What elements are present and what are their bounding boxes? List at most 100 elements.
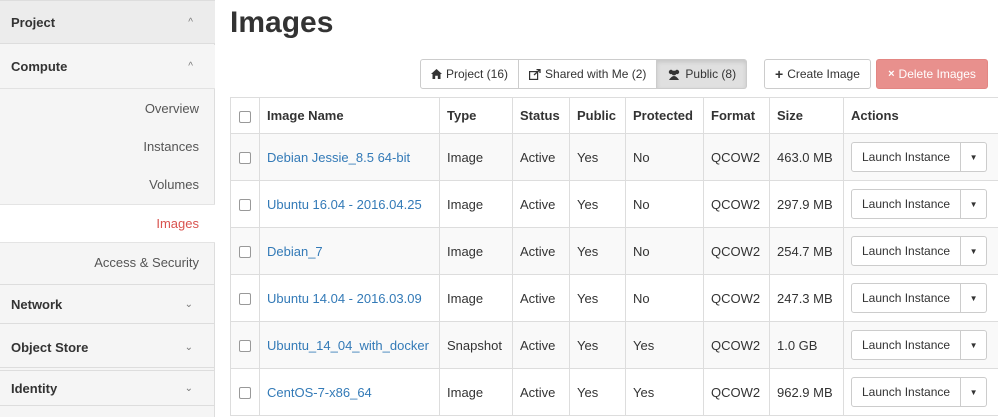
filter-project-button[interactable]: Project (16) <box>420 59 520 89</box>
delete-images-button[interactable]: × Delete Images <box>876 59 988 89</box>
row-checkbox[interactable] <box>239 199 251 212</box>
protected-cell: No <box>625 227 704 275</box>
select-all-checkbox[interactable] <box>239 110 251 123</box>
caret-down-icon: ▼ <box>969 199 978 209</box>
row-action-group: Launch Instance ▼ <box>851 377 991 407</box>
actions-cell: Launch Instance ▼ <box>843 321 998 369</box>
actions-cell: Launch Instance ▼ <box>843 368 998 416</box>
type-cell: Image <box>439 180 513 228</box>
filter-public-button[interactable]: Public (8) <box>657 59 748 89</box>
row-checkbox[interactable] <box>239 293 251 306</box>
size-cell: 297.9 MB <box>769 180 844 228</box>
launch-instance-button[interactable]: Launch Instance <box>851 283 962 313</box>
protected-cell: No <box>625 274 704 322</box>
filter-project-label: Project (16) <box>446 67 509 81</box>
row-action-group: Launch Instance ▼ <box>851 142 991 172</box>
size-cell: 1.0 GB <box>769 321 844 369</box>
sidebar-item-overview[interactable]: Overview <box>0 89 215 127</box>
column-header-size[interactable]: Size <box>769 97 844 134</box>
type-cell: Image <box>439 133 513 181</box>
public-cell: Yes <box>569 133 626 181</box>
row-actions-dropdown-button[interactable]: ▼ <box>961 283 988 313</box>
image-name-link[interactable]: Ubuntu 16.04 - 2016.04.25 <box>267 197 422 212</box>
row-select-cell <box>230 133 260 181</box>
create-image-button[interactable]: + Create Image <box>764 59 871 89</box>
chevron-up-icon: ^ <box>188 61 193 72</box>
launch-instance-button[interactable]: Launch Instance <box>851 377 962 407</box>
sidebar-item-images[interactable]: Images <box>0 204 215 243</box>
launch-instance-button[interactable]: Launch Instance <box>851 330 962 360</box>
image-name-link[interactable]: Ubuntu_14_04_with_docker <box>267 338 429 353</box>
row-select-cell <box>230 368 260 416</box>
status-cell: Active <box>512 180 570 228</box>
image-name-cell: Debian Jessie_8.5 64-bit <box>259 133 440 181</box>
image-name-link[interactable]: Debian_7 <box>267 244 323 259</box>
sidebar-section-compute[interactable]: Compute ^ <box>0 45 215 89</box>
column-header-public[interactable]: Public <box>569 97 626 134</box>
status-cell: Active <box>512 274 570 322</box>
sidebar-item-instances[interactable]: Instances <box>0 127 215 165</box>
image-name-cell: Ubuntu_14_04_with_docker <box>259 321 440 369</box>
row-actions-dropdown-button[interactable]: ▼ <box>961 377 988 407</box>
chevron-down-icon: ⌄ <box>184 342 193 353</box>
image-name-link[interactable]: CentOS-7-x86_64 <box>267 385 372 400</box>
caret-down-icon: ▼ <box>969 152 978 162</box>
row-actions-dropdown-button[interactable]: ▼ <box>961 189 988 219</box>
column-header-protected[interactable]: Protected <box>625 97 704 134</box>
sidebar-section-object-store[interactable]: Object Store ⌄ <box>0 328 215 368</box>
images-table: Image Name Type Status Public Protected … <box>230 97 998 416</box>
table-row: Debian Jessie_8.5 64-bit Image Active Ye… <box>230 133 998 181</box>
row-checkbox[interactable] <box>239 152 251 165</box>
sidebar-section-project[interactable]: Project ^ <box>0 0 215 44</box>
sidebar-section-label: Object Store <box>11 340 89 355</box>
public-cell: Yes <box>569 227 626 275</box>
row-select-cell <box>230 227 260 275</box>
protected-cell: Yes <box>625 321 704 369</box>
public-cell: Yes <box>569 274 626 322</box>
column-header-name[interactable]: Image Name <box>259 97 440 134</box>
public-cell: Yes <box>569 368 626 416</box>
column-header-actions: Actions <box>843 97 998 134</box>
launch-instance-button[interactable]: Launch Instance <box>851 189 962 219</box>
filter-shared-label: Shared with Me (2) <box>545 67 647 81</box>
launch-instance-button[interactable]: Launch Instance <box>851 142 962 172</box>
row-checkbox[interactable] <box>239 340 251 353</box>
plus-icon: + <box>775 66 784 82</box>
sidebar-section-network[interactable]: Network ⌄ <box>0 284 215 324</box>
caret-down-icon: ▼ <box>969 246 978 256</box>
caret-down-icon: ▼ <box>969 340 978 350</box>
launch-instance-button[interactable]: Launch Instance <box>851 236 962 266</box>
row-actions-dropdown-button[interactable]: ▼ <box>961 330 988 360</box>
row-checkbox[interactable] <box>239 246 251 259</box>
row-actions-dropdown-button[interactable]: ▼ <box>961 236 988 266</box>
table-header-row: Image Name Type Status Public Protected … <box>230 97 998 134</box>
actions-cell: Launch Instance ▼ <box>843 274 998 322</box>
format-cell: QCOW2 <box>703 133 770 181</box>
filter-shared-button[interactable]: Shared with Me (2) <box>519 59 658 89</box>
image-name-cell: Ubuntu 16.04 - 2016.04.25 <box>259 180 440 228</box>
sidebar-section-label: Compute <box>11 59 68 74</box>
sidebar-section-label: Project <box>11 14 56 30</box>
image-name-link[interactable]: Ubuntu 14.04 - 2016.03.09 <box>267 291 422 306</box>
sidebar-item-label: Images <box>156 216 199 231</box>
actions-cell: Launch Instance ▼ <box>843 180 998 228</box>
public-cell: Yes <box>569 180 626 228</box>
format-cell: QCOW2 <box>703 227 770 275</box>
status-cell: Active <box>512 321 570 369</box>
table-row: Debian_7 Image Active Yes No QCOW2 254.7… <box>230 227 998 275</box>
column-header-status[interactable]: Status <box>512 97 570 134</box>
image-name-link[interactable]: Debian Jessie_8.5 64-bit <box>267 150 410 165</box>
row-checkbox[interactable] <box>239 387 251 400</box>
sidebar-section-identity[interactable]: Identity ⌄ <box>0 370 215 406</box>
row-select-cell <box>230 321 260 369</box>
format-cell: QCOW2 <box>703 180 770 228</box>
users-icon <box>669 69 680 80</box>
column-header-format[interactable]: Format <box>703 97 770 134</box>
table-row: CentOS-7-x86_64 Image Active Yes Yes QCO… <box>230 368 998 416</box>
sidebar-item-access-security[interactable]: Access & Security <box>0 243 215 281</box>
sidebar-item-volumes[interactable]: Volumes <box>0 165 215 203</box>
column-header-type[interactable]: Type <box>439 97 513 134</box>
row-actions-dropdown-button[interactable]: ▼ <box>961 142 988 172</box>
type-cell: Image <box>439 227 513 275</box>
protected-cell: Yes <box>625 368 704 416</box>
